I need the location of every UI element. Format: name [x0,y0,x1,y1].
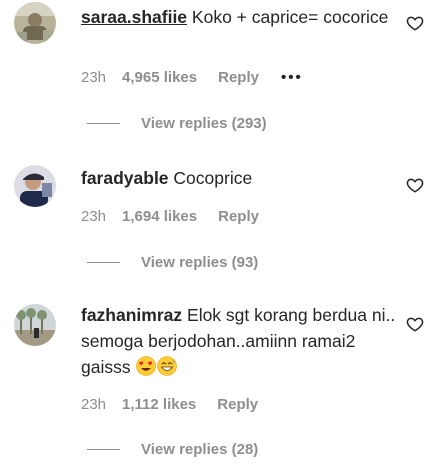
comment-username[interactable]: fazhanimraz [81,305,182,325]
comment-likes[interactable]: 1,112 likes [122,396,196,413]
comment-item: saraa.shafiie Koko + caprice= cocorice 2… [0,0,430,140]
avatar-image [14,2,56,44]
avatar[interactable] [14,304,56,346]
comment-meta: 23h 4,965 likes Reply ••• [81,69,303,86]
comment-username[interactable]: saraa.shafiie [81,7,187,27]
comment-text-line: faradyable Cocoprice [81,165,401,191]
view-replies-label: View replies (28) [141,441,259,458]
comment-text-line: fazhanimraz Elok sgt korang berdua ni.. … [81,302,406,380]
avatar-image [14,165,56,207]
avatar-image [14,304,56,346]
heart-eyes-emoji [136,356,157,376]
reply-button[interactable]: Reply [218,69,259,86]
view-replies-label: View replies (293) [141,115,267,132]
comment-time: 23h [81,69,107,86]
reply-button[interactable]: Reply [217,396,258,413]
like-heart-icon[interactable] [406,315,424,333]
replies-divider-line [87,123,120,124]
avatar[interactable] [14,2,56,44]
avatar[interactable] [14,165,56,207]
like-heart-icon[interactable] [406,176,424,194]
more-options-icon[interactable]: ••• [281,69,303,86]
comment-body: faradyable Cocoprice [81,165,401,191]
grinning-sweat-emoji [157,356,178,376]
comment-item: fazhanimraz Elok sgt korang berdua ni.. … [0,300,430,471]
comment-time: 23h [81,396,107,413]
view-replies-button[interactable]: View replies (93) [87,254,258,271]
comment-username[interactable]: faradyable [81,168,169,188]
like-heart-icon[interactable] [406,14,424,32]
comment-text-line: saraa.shafiie Koko + caprice= cocorice [81,4,401,30]
view-replies-label: View replies (93) [141,254,259,271]
view-replies-button[interactable]: View replies (293) [87,115,267,132]
comment-text: Koko + caprice= cocorice [191,7,389,27]
comment-time: 23h [81,208,107,225]
view-replies-button[interactable]: View replies (28) [87,441,258,458]
comment-likes[interactable]: 1,694 likes [122,208,197,225]
replies-divider-line [87,262,120,263]
comment-meta: 23h 1,112 likes Reply [81,396,258,413]
comment-text: Cocoprice [173,168,253,188]
comment-meta: 23h 1,694 likes Reply [81,208,259,225]
comment-body: saraa.shafiie Koko + caprice= cocorice [81,4,401,30]
comment-body: fazhanimraz Elok sgt korang berdua ni.. … [81,302,406,380]
comment-likes[interactable]: 4,965 likes [122,69,197,86]
reply-button[interactable]: Reply [218,208,259,225]
comment-item: faradyable Cocoprice 23h 1,694 likes Rep… [0,160,430,280]
replies-divider-line [87,449,120,450]
